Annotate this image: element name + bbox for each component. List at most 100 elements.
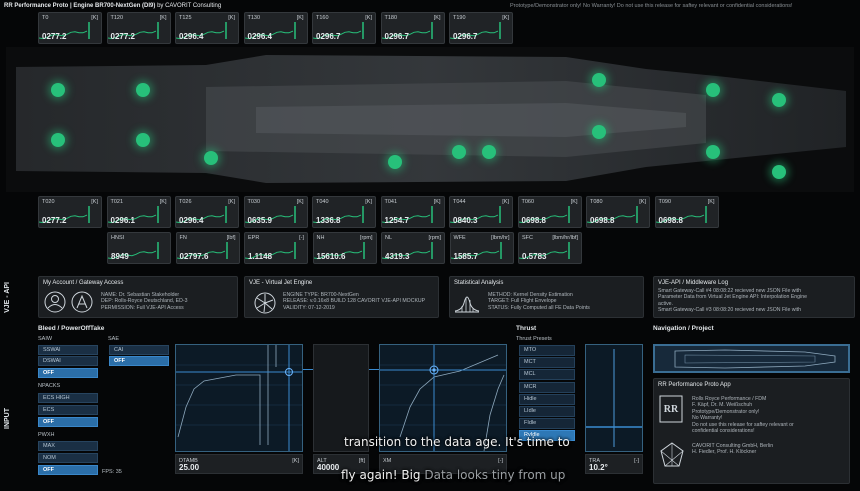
pwxh-option-off[interactable]: OFF [38, 465, 98, 475]
thrust-preset-mct[interactable]: MCT [519, 357, 575, 369]
pwxh-option-max[interactable]: MAX [38, 441, 98, 451]
sensor-tile[interactable]: HNSI 8949 [107, 232, 171, 264]
sensor-node[interactable] [452, 145, 466, 159]
thrust-title: Thrust [516, 325, 537, 332]
sensor-value: 0840.3 [453, 216, 478, 225]
card-title: RR Performance Proto App [658, 382, 731, 388]
sensor-value: 15610.6 [316, 252, 346, 261]
sensor-tile[interactable]: FN [lbf] 02797.6 [175, 232, 240, 264]
turbine-icon [254, 292, 276, 314]
sensor-tile[interactable]: T040 [K] 1336.8 [312, 196, 376, 228]
sensor-tile[interactable]: T180 [K] 0296.7 [380, 12, 445, 44]
thrust-preset-mcl[interactable]: MCL [519, 369, 575, 381]
sensor-node[interactable] [136, 83, 150, 97]
sensor-tile[interactable]: T0 [K] 0277.2 [38, 12, 102, 44]
sensor-tile[interactable]: WFE [lbm/hr] 1585.7 [449, 232, 514, 264]
sensor-node[interactable] [204, 151, 218, 165]
sensor-tile[interactable]: T130 [K] 0296.4 [243, 12, 308, 44]
sensor-tile[interactable]: NH [rpm] 15610.6 [312, 232, 377, 264]
sensor-tile[interactable]: T044 [K] 0840.3 [449, 196, 513, 228]
sae-label: SAE [108, 336, 120, 342]
sensor-tile[interactable]: T020 [K] 0277.2 [38, 196, 102, 228]
dtamb-plot [176, 345, 302, 451]
sensor-node[interactable] [51, 83, 65, 97]
sensor-node[interactable] [592, 125, 606, 139]
sensor-node[interactable] [772, 93, 786, 107]
subtitle-line-2: fly again! Big Data looks tiny from up [341, 468, 566, 482]
sensor-value: 1585.7 [453, 252, 478, 261]
sensor-node[interactable] [706, 145, 720, 159]
bleed-title: Bleed / PowerOffTake [38, 325, 105, 332]
project-navigator[interactable] [653, 344, 850, 373]
sensor-value: 0296.4 [247, 32, 272, 41]
thrust-preset-lidle[interactable]: LIdle [519, 406, 575, 417]
user-icon [44, 291, 93, 313]
sensor-value: 1.1148 [248, 252, 273, 261]
sensor-value: 0296.7 [384, 32, 409, 41]
sae-option-cai[interactable]: CAI [109, 345, 169, 355]
sensor-node[interactable] [51, 133, 65, 147]
nav-title: Navigation / Project [653, 325, 714, 332]
app-title: RR Performance Proto | Engine BR700-Next… [4, 3, 222, 9]
card-title: My Account / Gateway Access [43, 280, 124, 286]
sensor-value: 0296.1 [110, 216, 135, 225]
sensor-tile[interactable]: T090 [K] 0698.8 [654, 196, 719, 228]
sensor-tile[interactable]: NL [rpm] 4319.3 [381, 232, 445, 264]
npacks-option-ecs[interactable]: ECS [38, 405, 98, 415]
subtitle-line-1: transition to the data age. It's time to [344, 435, 570, 449]
dtamb-chart[interactable] [175, 344, 303, 452]
sensor-value: 0698.8 [658, 216, 683, 225]
sae-option-off[interactable]: OFF [109, 356, 169, 366]
npacks-option-off[interactable]: OFF [38, 417, 98, 427]
sensor-value: 0296.4 [179, 216, 204, 225]
sensor-tile[interactable]: T030 [K] 0635.9 [243, 196, 308, 228]
sensor-node[interactable] [482, 145, 496, 159]
middleware-log-card[interactable]: VJE-API / Middleware Log Smart Gateway-C… [653, 276, 855, 318]
sensor-value: 0698.8 [521, 216, 546, 225]
sensor-value: 4319.3 [385, 252, 410, 261]
thrust-preset-mcr[interactable]: MCR [519, 381, 575, 393]
npacks-option-ecs-high[interactable]: ECS HIGH [38, 393, 98, 403]
disclaimer-text: Prototype/Demonstrator only! No Warranty… [510, 3, 793, 9]
sensor-value: 8949 [111, 252, 129, 261]
sensor-tile[interactable]: T190 [K] 0296.7 [449, 12, 513, 44]
sensor-tile[interactable]: T041 [K] 1254.7 [380, 196, 445, 228]
thrust-preset-fidle[interactable]: FIdle [519, 418, 575, 430]
thrust-preset-mto[interactable]: MTO [519, 345, 575, 356]
fps-counter: FPS: 35 [102, 469, 122, 475]
thrust-preset-hidle[interactable]: Hidle [519, 393, 575, 405]
sensor-node[interactable] [388, 155, 402, 169]
app-info-card: RR Performance Proto App RR Rolls Royce … [653, 378, 850, 484]
tra-slider[interactable] [585, 344, 643, 452]
stats-card[interactable]: Statistical Analysis METHOD: Kernel Dens… [449, 276, 644, 318]
account-card[interactable]: My Account / Gateway Access NAME: Dr. Se… [38, 276, 238, 318]
sensor-value: 0296.7 [453, 32, 478, 41]
saiw-option-off[interactable]: OFF [38, 368, 98, 378]
sensor-tile[interactable]: T060 [K] 0698.8 [517, 196, 582, 228]
svg-text:RR: RR [664, 404, 679, 415]
sensor-tile[interactable]: T021 [K] 0296.1 [106, 196, 171, 228]
engine-card[interactable]: VJE - Virtual Jet Engine ENGINE TYPE: BR… [244, 276, 439, 318]
engine-minimap [674, 349, 836, 369]
sensor-tile[interactable]: T120 [K] 0277.2 [106, 12, 171, 44]
sensor-tile[interactable]: T160 [K] 0296.7 [312, 12, 376, 44]
sensor-tile[interactable]: EPR [-] 1.1148 [244, 232, 308, 264]
saiw-option-sswai[interactable]: SSWAI [38, 345, 98, 355]
saiw-label: SAIW [38, 336, 53, 342]
sensor-node[interactable] [592, 73, 606, 87]
sensor-node[interactable] [706, 83, 720, 97]
sensor-tile[interactable]: T080 [K] 0698.8 [586, 196, 650, 228]
sensor-node[interactable] [136, 133, 150, 147]
sensor-tile[interactable]: SFC [lbm/hr/lbf] 0.5783 [518, 232, 582, 264]
thrust-presets-label: Thrust Presets [516, 336, 552, 342]
sensor-value: 0635.9 [247, 216, 272, 225]
sensor-value: 0277.2 [110, 32, 135, 41]
tra-track [586, 349, 642, 447]
pwxh-label: PWXH [38, 432, 55, 438]
pwxh-option-nom[interactable]: NOM [38, 453, 98, 463]
sensor-tile[interactable]: T125 [K] 0296.4 [175, 12, 239, 44]
sensor-tile[interactable]: T026 [K] 0296.4 [175, 196, 239, 228]
saiw-option-dswai[interactable]: DSWAI [38, 356, 98, 366]
sensor-value: 0277.2 [42, 216, 67, 225]
sensor-node[interactable] [772, 165, 786, 179]
